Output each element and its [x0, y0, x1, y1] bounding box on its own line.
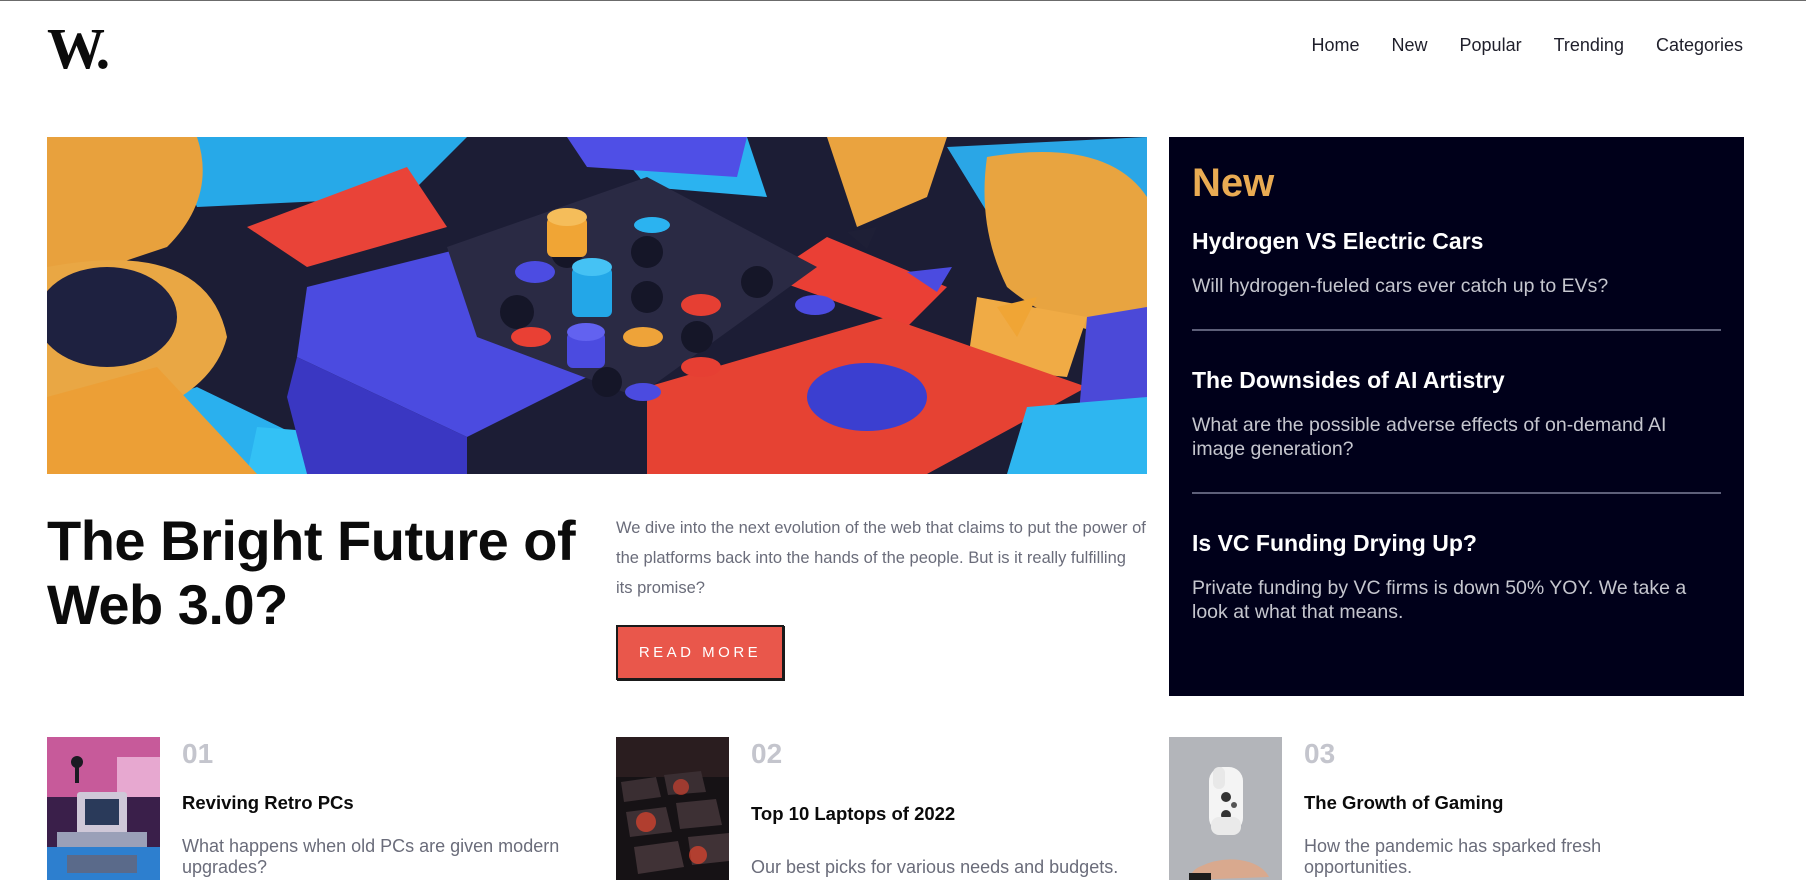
nav-new[interactable]: New: [1392, 35, 1428, 56]
card-number: 03: [1304, 738, 1336, 769]
card-title[interactable]: Reviving Retro PCs: [182, 791, 354, 815]
nav-home[interactable]: Home: [1312, 35, 1360, 56]
retro-pc-thumbnail[interactable]: [47, 737, 160, 880]
article-card[interactable]: 03 The Growth of Gaming How the pandemic…: [1169, 737, 1744, 880]
card-description: Our best picks for various needs and bud…: [751, 857, 1119, 877]
card-number: 01: [182, 738, 214, 769]
divider: [1192, 492, 1721, 494]
main-nav: Home New Popular Trending Categories: [1312, 35, 1744, 56]
laptop-keyboard-image: [616, 737, 729, 880]
new-item-title[interactable]: Is VC Funding Drying Up?: [1192, 529, 1721, 557]
nav-trending[interactable]: Trending: [1554, 35, 1624, 56]
new-item-title[interactable]: Hydrogen VS Electric Cars: [1192, 227, 1721, 255]
read-more-button[interactable]: READ MORE: [616, 625, 784, 680]
article-card[interactable]: 01 Reviving Retro PCs What happens when …: [47, 737, 607, 880]
article-card[interactable]: 02 Top 10 Laptops of 2022 Our best picks…: [616, 737, 1156, 880]
card-number: 02: [751, 738, 783, 769]
new-item-description: Will hydrogen-fueled cars ever catch up …: [1192, 275, 1609, 297]
hero-image: [47, 137, 1147, 474]
card-title[interactable]: The Growth of Gaming: [1304, 791, 1503, 815]
nav-categories[interactable]: Categories: [1656, 35, 1743, 56]
site-logo[interactable]: W.: [47, 19, 110, 79]
new-articles-panel: New Hydrogen VS Electric Cars Will hydro…: [1169, 137, 1744, 696]
retro-pc-image: [47, 737, 160, 880]
new-item[interactable]: Is VC Funding Drying Up? Private funding…: [1192, 529, 1721, 624]
new-item[interactable]: The Downsides of AI Artistry What are th…: [1192, 366, 1721, 461]
nav-popular[interactable]: Popular: [1460, 35, 1522, 56]
new-item[interactable]: Hydrogen VS Electric Cars Will hydrogen-…: [1192, 227, 1721, 298]
hero-title[interactable]: The Bright Future of Web 3.0?: [47, 509, 607, 637]
hero-illustration: [47, 137, 1147, 474]
page: W. Home New Popular Trending Categories: [0, 0, 1806, 892]
gaming-controller-image: [1169, 737, 1282, 880]
hero-description: We dive into the next evolution of the w…: [616, 519, 1146, 597]
site-header: W. Home New Popular Trending Categories: [47, 1, 1743, 93]
divider: [1192, 329, 1721, 331]
card-title[interactable]: Top 10 Laptops of 2022: [751, 802, 955, 826]
new-panel-heading: New: [1192, 161, 1275, 205]
laptop-keyboard-thumbnail[interactable]: [616, 737, 729, 880]
new-item-title[interactable]: The Downsides of AI Artistry: [1192, 366, 1721, 394]
card-description: How the pandemic has sparked fresh oppor…: [1304, 836, 1602, 877]
card-description: What happens when old PCs are given mode…: [182, 836, 560, 877]
new-item-description: What are the possible adverse effects of…: [1192, 414, 1667, 460]
gaming-controller-thumbnail[interactable]: [1169, 737, 1282, 880]
new-item-description: Private funding by VC firms is down 50% …: [1192, 577, 1687, 623]
